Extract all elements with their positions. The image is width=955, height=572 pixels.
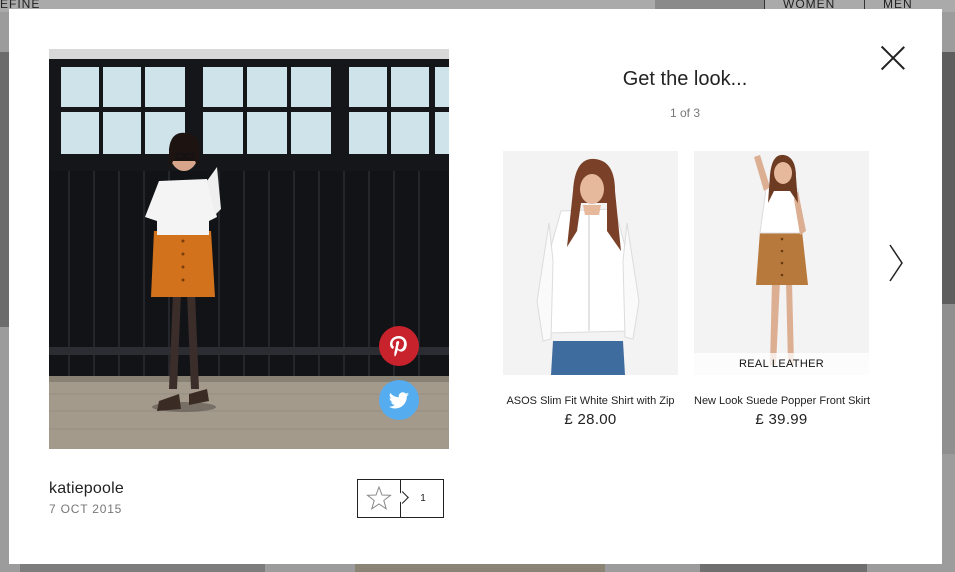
favourite-count: 1: [420, 493, 426, 504]
product-card[interactable]: ASOS Slim Fit White Shirt with Zip £ 28.…: [503, 151, 678, 428]
product-price: £ 39.99: [755, 411, 808, 428]
product-badge: REAL LEATHER: [694, 353, 869, 375]
product-card[interactable]: REAL LEATHER New Look Suede Popper Front…: [694, 151, 870, 428]
product-photo-shirt: [503, 151, 678, 375]
chevron-right-icon: [889, 244, 903, 282]
product-image[interactable]: REAL LEATHER: [694, 151, 869, 375]
background-tile: [355, 564, 605, 572]
close-icon[interactable]: [881, 46, 905, 70]
look-title: Get the look...: [622, 68, 748, 90]
pinterest-icon: [390, 336, 407, 357]
pinterest-share-button[interactable]: [379, 326, 419, 366]
get-the-look-modal: katiepoole 7 OCT 2015 1 Get the look... …: [9, 9, 942, 564]
favourite-star-area[interactable]: [358, 480, 401, 517]
product-name[interactable]: New Look Suede Popper Front Skirt: [694, 395, 870, 407]
background-tile: [942, 52, 955, 304]
post-date: 7 OCT 2015: [49, 502, 123, 516]
product-image[interactable]: [503, 151, 678, 375]
twitter-icon: [388, 392, 409, 409]
background-image: [655, 0, 765, 9]
look-pager: 1 of 3: [669, 106, 701, 120]
background-tile: [0, 52, 9, 327]
background-tile: [942, 304, 955, 454]
product-price: £ 28.00: [564, 411, 617, 428]
product-name[interactable]: ASOS Slim Fit White Shirt with Zip: [503, 395, 678, 407]
post-username[interactable]: katiepoole: [49, 480, 124, 498]
favourite-button[interactable]: 1: [357, 479, 444, 518]
background-tile: [700, 564, 867, 572]
background-tile: [20, 564, 265, 572]
product-photo-skirt: [694, 151, 869, 375]
carousel-next-button[interactable]: [887, 243, 907, 283]
star-icon: [366, 485, 392, 510]
twitter-share-button[interactable]: [379, 380, 419, 420]
